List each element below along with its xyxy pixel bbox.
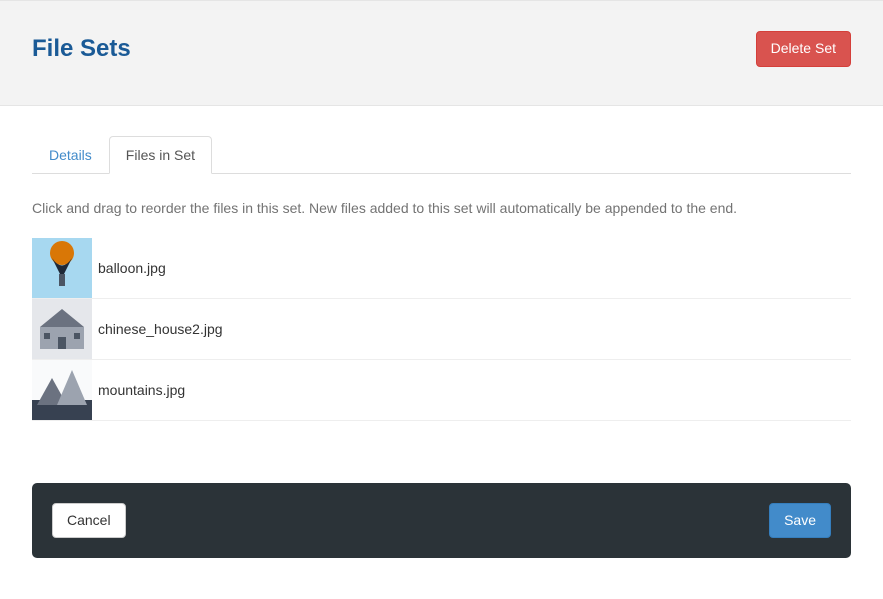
page-header: File Sets Delete Set	[0, 0, 883, 106]
file-thumbnail-icon	[32, 360, 92, 420]
file-name: chinese_house2.jpg	[98, 321, 223, 337]
file-name: mountains.jpg	[98, 382, 185, 398]
file-thumbnail-icon	[32, 238, 92, 298]
tab-details[interactable]: Details	[32, 136, 109, 174]
file-list: balloon.jpg chinese_house2.jpg	[32, 238, 851, 421]
tab-files-in-set[interactable]: Files in Set	[109, 136, 212, 174]
file-item[interactable]: mountains.jpg	[32, 360, 851, 421]
file-name: balloon.jpg	[98, 260, 166, 276]
instructions-text: Click and drag to reorder the files in t…	[32, 200, 851, 216]
tab-list: Details Files in Set	[32, 136, 851, 174]
footer-actions: Cancel Save	[32, 483, 851, 559]
file-item[interactable]: chinese_house2.jpg	[32, 299, 851, 360]
cancel-button[interactable]: Cancel	[52, 503, 126, 539]
save-button[interactable]: Save	[769, 503, 831, 539]
file-item[interactable]: balloon.jpg	[32, 238, 851, 299]
file-thumbnail-icon	[32, 299, 92, 359]
delete-set-button[interactable]: Delete Set	[756, 31, 851, 67]
page-title: File Sets	[32, 35, 131, 63]
main-content: Details Files in Set Click and drag to r…	[0, 106, 883, 441]
